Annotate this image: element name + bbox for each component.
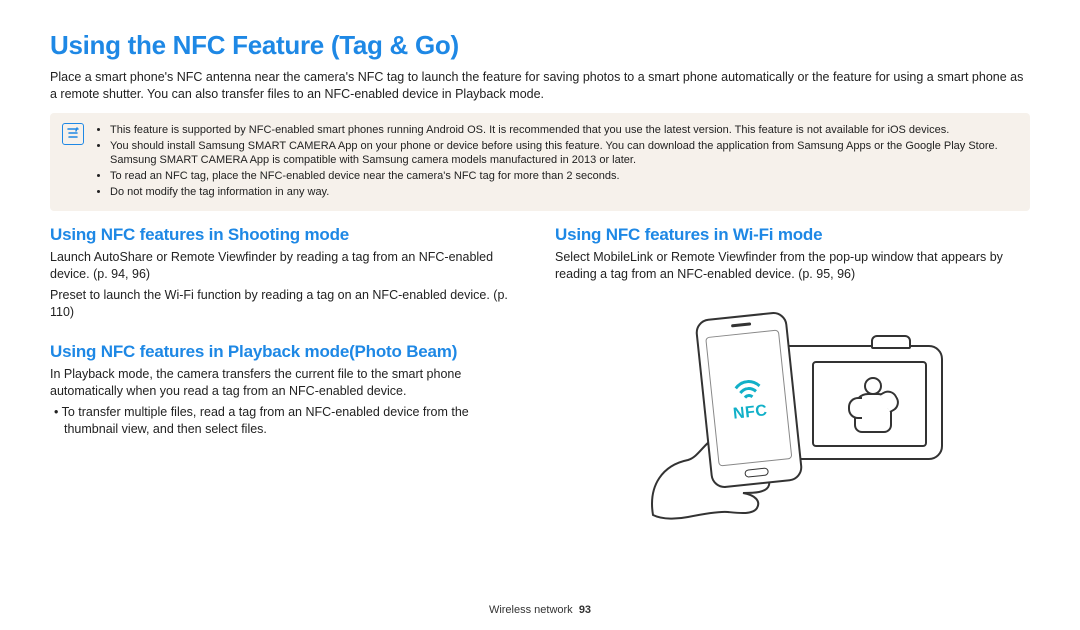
manual-page: Using the NFC Feature (Tag & Go) Place a… xyxy=(0,0,1080,630)
nfc-illustration: NFC xyxy=(643,305,943,515)
body-text: Launch AutoShare or Remote Viewfinder by… xyxy=(50,249,525,283)
info-item: This feature is supported by NFC-enabled… xyxy=(110,123,1018,138)
body-text: Select MobileLink or Remote Viewfinder f… xyxy=(555,249,1030,283)
right-column: Using NFC features in Wi-Fi mode Select … xyxy=(555,225,1030,515)
phone-home-button xyxy=(744,467,769,477)
intro-paragraph: Place a smart phone's NFC antenna near t… xyxy=(50,69,1030,103)
info-list: This feature is supported by NFC-enabled… xyxy=(96,123,1018,201)
page-number: 93 xyxy=(579,604,591,616)
page-footer: Wireless network 93 xyxy=(0,604,1080,616)
section-wifi-mode: Using NFC features in Wi-Fi mode Select … xyxy=(555,225,1030,283)
section-shooting-mode: Using NFC features in Shooting mode Laun… xyxy=(50,225,525,321)
nfc-label: NFC xyxy=(732,402,768,423)
info-item: Do not modify the tag information in any… xyxy=(110,185,1018,200)
section-heading: Using NFC features in Shooting mode xyxy=(50,225,525,245)
section-heading: Using NFC features in Wi-Fi mode xyxy=(555,225,1030,245)
camera-screen xyxy=(812,361,927,447)
info-callout: This feature is supported by NFC-enabled… xyxy=(50,113,1030,211)
nfc-signal-icon xyxy=(726,372,769,404)
two-column-layout: Using NFC features in Shooting mode Laun… xyxy=(50,225,1030,515)
info-item: To read an NFC tag, place the NFC-enable… xyxy=(110,169,1018,184)
note-icon xyxy=(62,123,84,145)
left-column: Using NFC features in Shooting mode Laun… xyxy=(50,225,525,515)
illustration-container: NFC xyxy=(555,305,1030,515)
person-figure xyxy=(846,377,898,435)
camera-shutter-button xyxy=(871,335,911,349)
phone-screen: NFC xyxy=(705,329,792,466)
phone-speaker xyxy=(731,322,751,327)
page-title: Using the NFC Feature (Tag & Go) xyxy=(50,30,1030,61)
section-playback-mode: Using NFC features in Playback mode(Phot… xyxy=(50,342,525,438)
phone-outline: NFC xyxy=(694,310,803,489)
bullet-item: To transfer multiple files, read a tag f… xyxy=(50,404,525,438)
section-heading: Using NFC features in Playback mode(Phot… xyxy=(50,342,525,362)
body-text: Preset to launch the Wi-Fi function by r… xyxy=(50,287,525,321)
body-text: In Playback mode, the camera transfers t… xyxy=(50,366,525,400)
info-item: You should install Samsung SMART CAMERA … xyxy=(110,139,1018,169)
footer-section: Wireless network xyxy=(489,604,573,616)
